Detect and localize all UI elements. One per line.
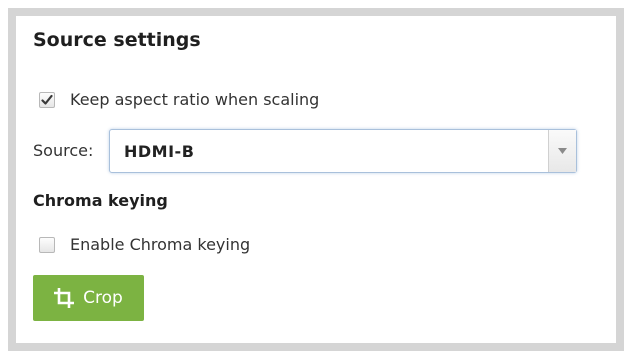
crop-label: Crop <box>83 288 123 308</box>
crop-icon <box>54 288 75 308</box>
chroma-row: Enable Chroma keying <box>39 235 250 254</box>
enable-chroma-label[interactable]: Enable Chroma keying <box>70 235 250 254</box>
source-label: Source: <box>33 141 94 160</box>
crop-button[interactable]: Crop <box>33 275 144 321</box>
chevron-down-icon <box>558 148 567 154</box>
keep-aspect-row: Keep aspect ratio when scaling <box>39 90 319 109</box>
chroma-keying-heading: Chroma keying <box>33 191 168 210</box>
dropdown-arrow[interactable] <box>548 130 576 172</box>
keep-aspect-label[interactable]: Keep aspect ratio when scaling <box>70 90 319 109</box>
source-selected-value: HDMI-B <box>124 142 195 161</box>
section-title: Source settings <box>33 29 201 51</box>
checkmark-icon <box>41 94 53 105</box>
keep-aspect-checkbox[interactable] <box>39 91 55 108</box>
source-settings-panel: Source settings Keep aspect ratio when s… <box>8 8 624 351</box>
source-select[interactable]: HDMI-B <box>109 129 577 173</box>
enable-chroma-checkbox[interactable] <box>39 236 55 253</box>
